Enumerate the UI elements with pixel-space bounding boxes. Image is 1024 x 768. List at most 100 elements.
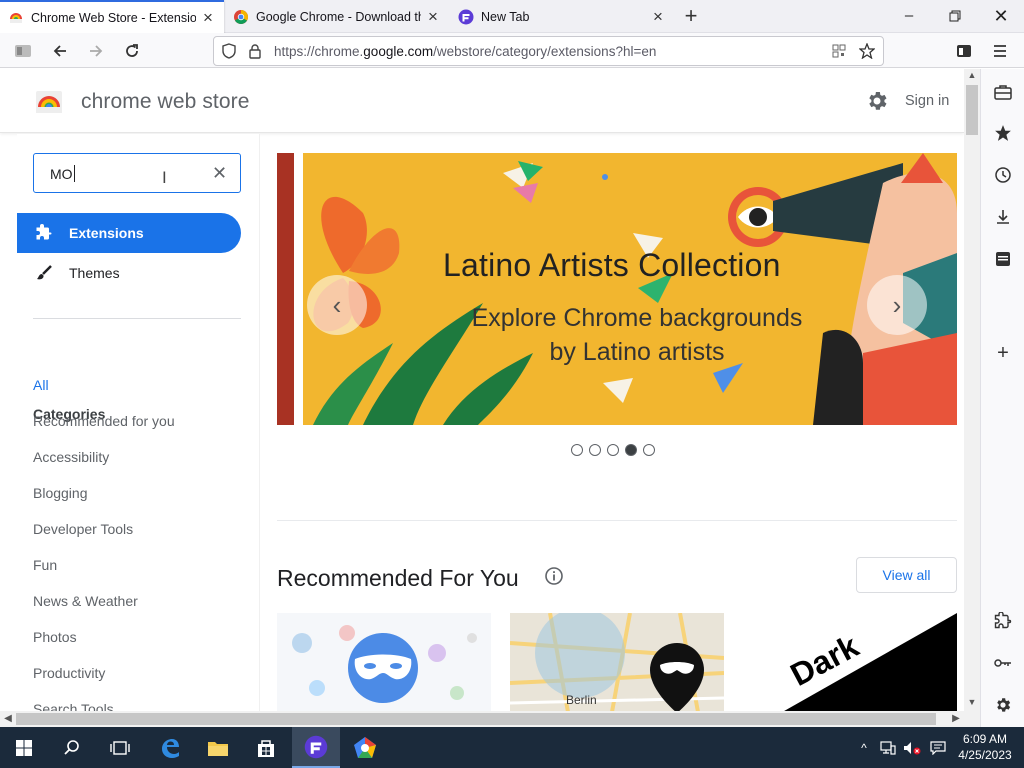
windows-taskbar: ^ 6:09 AM 4/25/2023	[0, 727, 1024, 768]
extension-card-2[interactable]: Berlin	[510, 613, 724, 711]
carousel-dots	[571, 444, 655, 456]
info-icon[interactable]	[544, 566, 564, 586]
tab-new-tab[interactable]: New Tab ×	[450, 0, 674, 33]
carousel-dot[interactable]	[607, 444, 619, 456]
firefox-like-app-icon[interactable]	[292, 727, 340, 768]
tab-chrome-web-store[interactable]: Chrome Web Store - Extensions ×	[0, 0, 224, 34]
store-title[interactable]: chrome web store	[81, 90, 250, 114]
sign-in-link[interactable]: Sign in	[905, 93, 949, 109]
category-item[interactable]: Search Tools	[33, 701, 114, 711]
carousel-dot[interactable]	[589, 444, 601, 456]
category-item[interactable]: Photos	[33, 629, 77, 645]
restore-icon[interactable]	[932, 0, 978, 33]
carousel-dot[interactable]	[643, 444, 655, 456]
banner-artwork	[313, 153, 957, 425]
bookmark-star-icon[interactable]	[855, 39, 879, 63]
windows-start-icon[interactable]	[0, 727, 48, 768]
scroll-right-icon[interactable]: ▶	[948, 711, 964, 727]
add-panel-plus-icon[interactable]: +	[992, 342, 1014, 364]
tab-title: Google Chrome - Download the	[256, 9, 421, 24]
close-tab-icon[interactable]: ×	[200, 9, 216, 26]
sidebar-divider	[33, 318, 241, 319]
browser-side-panel: +	[980, 69, 1024, 727]
shield-icon[interactable]	[218, 40, 240, 62]
lock-icon[interactable]	[244, 40, 266, 62]
new-tab-plus-icon[interactable]: +	[676, 0, 706, 33]
pentagon-app-icon[interactable]	[341, 727, 389, 768]
file-explorer-icon[interactable]	[194, 727, 242, 768]
search-icon[interactable]	[48, 727, 96, 768]
history-clock-icon[interactable]	[992, 164, 1014, 186]
view-all-button[interactable]: View all	[856, 557, 957, 593]
horizontal-scrollbar[interactable]: ◀ ▶	[0, 711, 980, 727]
reload-icon[interactable]	[118, 37, 146, 65]
chrome-favicon	[234, 9, 248, 24]
vertical-scrollbar[interactable]: ▲ ▼	[964, 69, 980, 711]
toolbox-icon[interactable]	[992, 81, 1014, 103]
qr-code-icon[interactable]	[827, 39, 851, 63]
settings-icon[interactable]	[992, 694, 1014, 716]
sidebar-item-extensions[interactable]: Extensions	[17, 213, 241, 253]
carousel-dot[interactable]	[571, 444, 583, 456]
close-tab-icon[interactable]: ×	[650, 8, 666, 25]
volume-muted-icon[interactable]	[901, 727, 923, 768]
extension-card-3[interactable]: Dark	[743, 613, 957, 711]
scroll-down-icon[interactable]: ▼	[964, 697, 980, 711]
sidebar-item-label: Themes	[69, 265, 120, 281]
category-item[interactable]: Productivity	[33, 665, 105, 681]
store-header: chrome web store Sign in	[0, 69, 964, 133]
action-center-icon[interactable]	[927, 727, 949, 768]
horizontal-scroll-thumb[interactable]	[16, 713, 936, 725]
minimize-icon[interactable]: –	[886, 0, 932, 33]
favorites-star-icon[interactable]	[992, 122, 1014, 144]
store-sidebar: MO I ✕ Extensions Themes Categories All R…	[17, 134, 260, 711]
downloads-icon[interactable]	[992, 206, 1014, 228]
sidebar-item-themes[interactable]: Themes	[17, 253, 241, 293]
brush-icon	[34, 263, 54, 283]
settings-gear-icon[interactable]	[865, 89, 889, 113]
menu-hamburger-icon[interactable]	[986, 37, 1014, 65]
reading-list-icon[interactable]	[992, 248, 1014, 270]
close-tab-icon[interactable]: ×	[425, 8, 441, 25]
reader-view-icon[interactable]	[950, 37, 978, 65]
carousel-title: Latino Artists Collection	[443, 247, 781, 283]
key-icon[interactable]	[992, 652, 1014, 674]
forward-icon[interactable]	[82, 37, 110, 65]
extension-card-1[interactable]	[277, 613, 491, 711]
clear-search-icon[interactable]: ✕	[212, 163, 227, 184]
search-input[interactable]: MO I ✕	[33, 153, 241, 193]
web-page: chrome web store Sign in MO I ✕ Extensio…	[0, 69, 980, 711]
window-close-icon[interactable]: ✕	[978, 0, 1024, 33]
tab-google-chrome-download[interactable]: Google Chrome - Download the ×	[225, 0, 449, 33]
system-clock[interactable]: 6:09 AM 4/25/2023	[950, 731, 1020, 763]
chrome-web-store-logo[interactable]	[35, 87, 63, 115]
show-hidden-icons-chevron-icon[interactable]: ^	[855, 727, 873, 768]
sidebar-toggle-icon[interactable]	[9, 37, 37, 65]
scroll-left-icon[interactable]: ◀	[0, 711, 16, 727]
navigation-toolbar: https://chrome.google.com/webstore/categ…	[0, 33, 1024, 68]
carousel-next-button[interactable]: ›	[867, 275, 927, 335]
category-item[interactable]: News & Weather	[33, 593, 138, 609]
address-bar[interactable]: https://chrome.google.com/webstore/categ…	[213, 36, 884, 66]
category-item[interactable]: Fun	[33, 557, 57, 573]
store-icon[interactable]	[242, 727, 290, 768]
category-item[interactable]: Blogging	[33, 485, 88, 501]
carousel-prev-button[interactable]: ‹	[307, 275, 367, 335]
category-item[interactable]: Recommended for you	[33, 413, 175, 429]
vertical-scroll-thumb[interactable]	[966, 85, 978, 135]
category-item[interactable]: Developer Tools	[33, 521, 133, 537]
extensions-puzzle-icon[interactable]	[992, 610, 1014, 632]
carousel-dot[interactable]	[625, 444, 637, 456]
category-item[interactable]: All	[33, 377, 49, 393]
url-text: https://chrome.google.com/webstore/categ…	[274, 43, 657, 59]
featured-carousel[interactable]: Latino Artists Collection Explore Chrome…	[277, 153, 957, 425]
map-label: Berlin	[566, 693, 597, 707]
category-item[interactable]: Accessibility	[33, 449, 109, 465]
back-icon[interactable]	[46, 37, 74, 65]
network-icon[interactable]	[877, 727, 899, 768]
edge-browser-icon[interactable]	[146, 727, 194, 768]
search-input-value: MO	[50, 166, 73, 182]
task-view-icon[interactable]	[96, 727, 144, 768]
scroll-up-icon[interactable]: ▲	[964, 70, 980, 84]
carousel-subtitle-line2: by Latino artists	[549, 338, 725, 366]
